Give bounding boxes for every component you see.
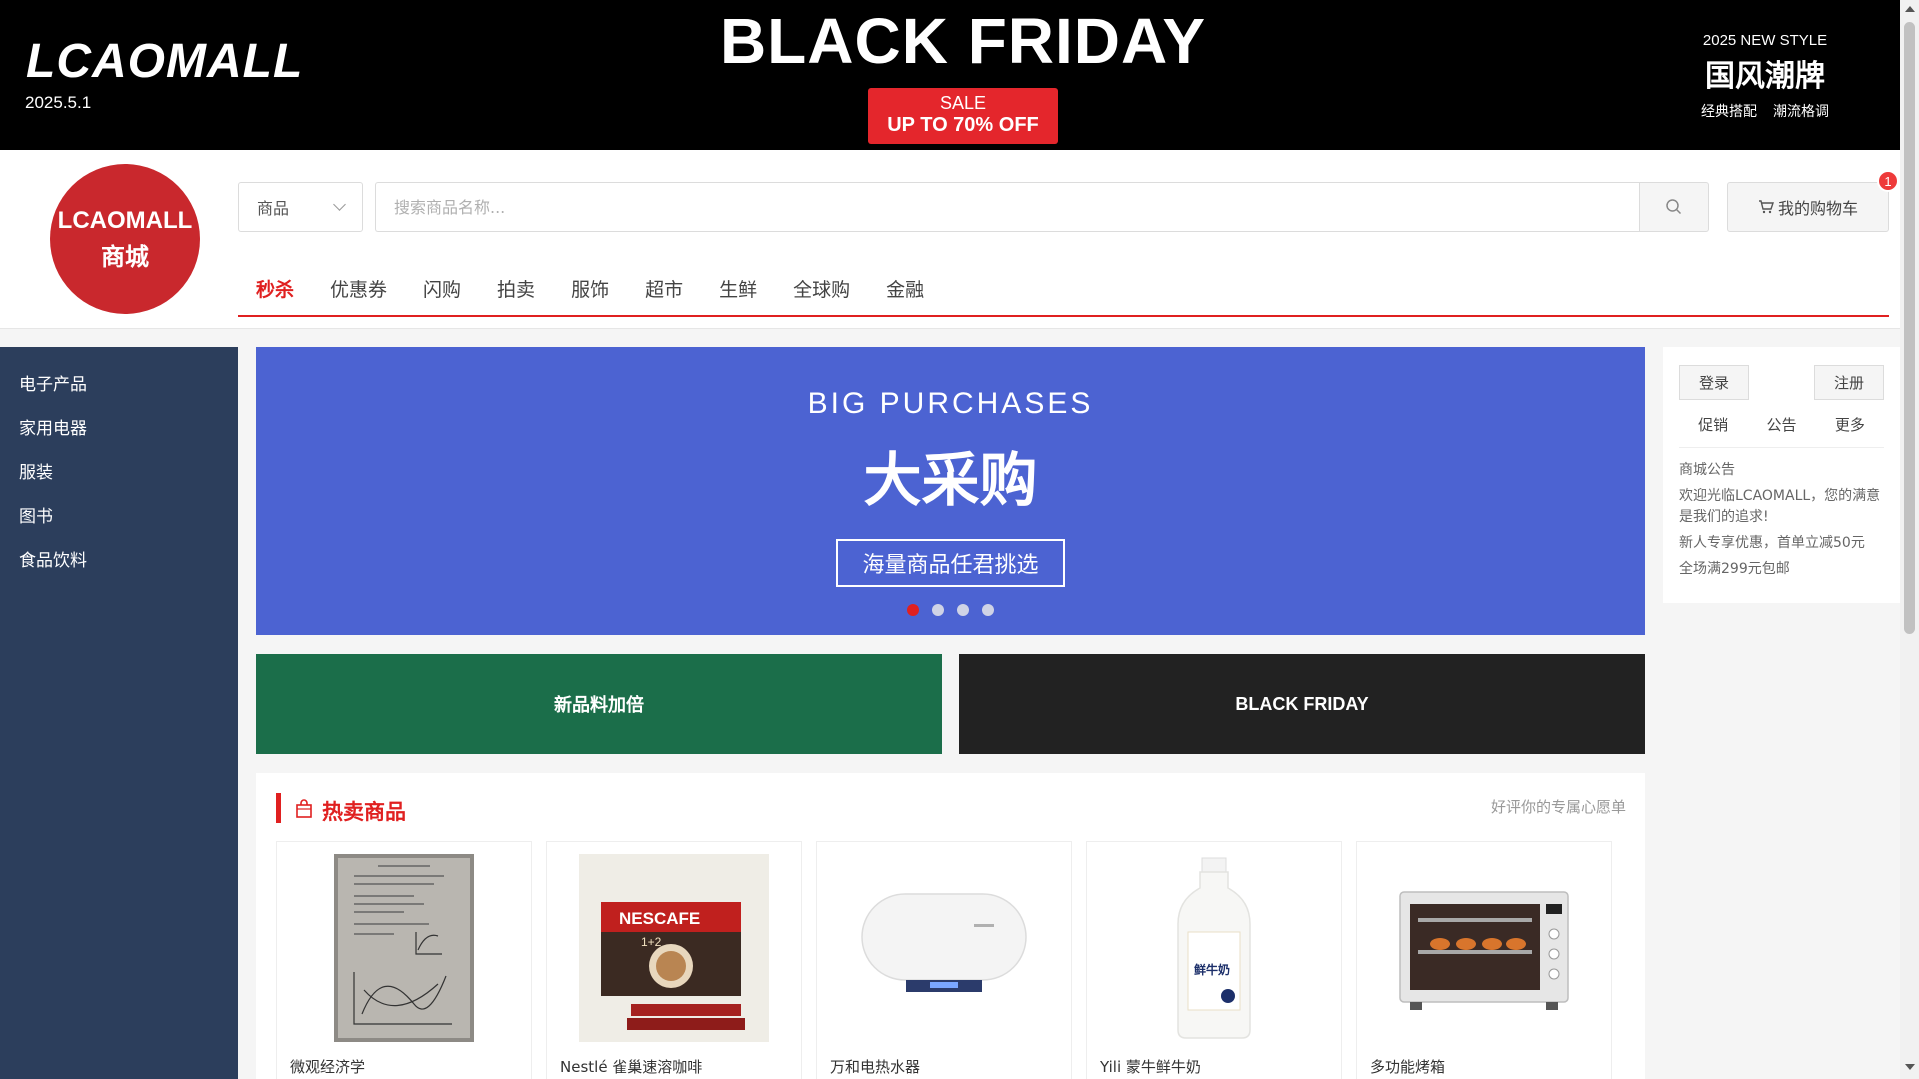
promo-tile-new-products[interactable]: 新品料加倍 [256, 654, 942, 754]
sidebar-item-appliances[interactable]: 家用电器 [0, 407, 238, 451]
product-image: 鲜牛奶 [1119, 854, 1309, 1042]
new-style-promo[interactable]: 2025 NEW STYLE 国风潮牌 经典搭配 潮流格调 [1680, 32, 1850, 121]
chevron-down-icon [333, 198, 346, 211]
nav-item-apparel[interactable]: 服饰 [553, 275, 627, 302]
category-sidebar: 电子产品 家用电器 服装 图书 食品饮料 [0, 347, 238, 1079]
cart-count-badge: 1 [1877, 170, 1899, 192]
style-tag: 潮流格调 [1773, 104, 1829, 120]
product-name: 微观经济学 [290, 1058, 366, 1076]
banner-date: 2025.5.1 [25, 93, 92, 112]
nav-item-supermarket[interactable]: 超市 [627, 275, 701, 302]
main-nav: 秒杀 优惠券 闪购 拍卖 服饰 超市 生鲜 全球购 金融 [238, 262, 1889, 317]
carousel-dot[interactable] [957, 604, 969, 616]
product-image: NESCAFE 1+2 [579, 854, 769, 1042]
sidebar-item-clothing[interactable]: 服装 [0, 451, 238, 495]
svg-text:1+2: 1+2 [641, 935, 662, 949]
new-style-label: 2025 NEW STYLE [1702, 32, 1828, 49]
search-input[interactable] [375, 182, 1640, 232]
hot-products-header: 热卖商品 好评你的专属心愿单 [276, 793, 1626, 824]
nav-item-finance[interactable]: 金融 [868, 275, 942, 302]
product-image [309, 854, 499, 1042]
site-header: LCAOMALL 商城 商品 我的购物车 1 秒杀 优惠券 闪购 拍卖 服饰 超… [0, 150, 1900, 329]
product-card[interactable]: 微观经济学 [276, 841, 532, 1079]
carousel-dot[interactable] [932, 604, 944, 616]
site-logo-subtext: 商城 [101, 242, 149, 271]
nav-item-fresh[interactable]: 生鲜 [701, 275, 775, 302]
scroll-down-arrow-icon[interactable] [1905, 1064, 1915, 1070]
tab-announcements[interactable]: 公告 [1766, 414, 1796, 435]
search-type-value: 商品 [257, 199, 290, 218]
search-icon [1666, 199, 1682, 215]
notice-item: 全场满299元包邮 [1679, 561, 1790, 577]
nav-item-coupons[interactable]: 优惠券 [312, 275, 405, 302]
section-accent-bar [276, 793, 281, 823]
carousel-cta-button[interactable]: 海量商品任君挑选 [836, 539, 1065, 587]
carousel-dot[interactable] [982, 604, 994, 616]
login-button[interactable]: 登录 [1679, 365, 1749, 400]
nav-item-auction[interactable]: 拍卖 [479, 275, 553, 302]
top-banner[interactable]: LCAOMALL 2025.5.1 BLACK FRIDAY SALE UP T… [0, 0, 1900, 150]
auth-buttons: 登录 注册 [1679, 365, 1884, 400]
register-button[interactable]: 注册 [1814, 365, 1884, 400]
new-style-tags: 经典搭配 潮流格调 [1680, 101, 1850, 121]
product-name: 万和电热水器 [830, 1058, 921, 1076]
nav-item-seckill[interactable]: 秒杀 [238, 275, 312, 302]
hero-carousel[interactable]: BIG PURCHASES 大采购 海量商品任君挑选 [256, 347, 1645, 635]
product-card[interactable]: 万和电热水器 [816, 841, 1072, 1079]
carousel-title-en: BIG PURCHASES [807, 387, 1094, 420]
scroll-up-arrow-icon[interactable] [1905, 6, 1915, 12]
notice-tabs: 促销 公告 更多 [1679, 414, 1884, 448]
sidebar-item-food-drinks[interactable]: 食品饮料 [0, 539, 238, 583]
scrollbar-thumb[interactable] [1904, 22, 1915, 634]
hot-products-title: 热卖商品 [322, 800, 406, 824]
carousel-dot[interactable] [907, 604, 919, 616]
product-name: Yili 蒙牛鲜牛奶 [1100, 1058, 1201, 1076]
sidebar-item-books[interactable]: 图书 [0, 495, 238, 539]
product-card[interactable]: 鲜牛奶 Yili 蒙牛鲜牛奶 [1086, 841, 1342, 1079]
tab-promotions[interactable]: 促销 [1698, 414, 1728, 435]
cart-label: 我的购物车 [1777, 199, 1858, 218]
wishlist-link[interactable]: 好评你的专属心愿单 [1491, 796, 1626, 817]
product-card[interactable]: 多功能烤箱 [1356, 841, 1612, 1079]
nav-item-global[interactable]: 全球购 [775, 275, 868, 302]
sale-discount: UP TO 70% OFF [887, 114, 1039, 136]
banner-title: BLACK FRIDAY [719, 5, 1207, 77]
product-image [1389, 854, 1579, 1042]
carousel-title-cn: 大采购 [863, 446, 1038, 514]
product-name: Nestlé 雀巢速溶咖啡 [560, 1058, 703, 1076]
sale-badge[interactable]: SALE UP TO 70% OFF [868, 88, 1058, 144]
hot-products-section: 热卖商品 好评你的专属心愿单 微观经济学 NESCAFE 1+2 Nestlé … [256, 773, 1645, 1079]
product-image [849, 854, 1039, 1042]
site-logo[interactable]: LCAOMALL 商城 [50, 164, 200, 314]
notice-item: 新人专享优惠，首单立减50元 [1679, 535, 1865, 551]
new-style-title: 国风潮牌 [1705, 59, 1825, 94]
nav-item-flash-sale[interactable]: 闪购 [405, 275, 479, 302]
promo-tile-black-friday[interactable]: BLACK FRIDAY [959, 654, 1645, 754]
product-card[interactable]: NESCAFE 1+2 Nestlé 雀巢速溶咖啡 [546, 841, 802, 1079]
shopping-bag-icon [296, 799, 312, 818]
page: LCAOMALL 2025.5.1 BLACK FRIDAY SALE UP T… [0, 0, 1919, 1079]
product-list: 微观经济学 NESCAFE 1+2 Nestlé 雀巢速溶咖啡 万和电热水器 鲜… [276, 841, 1612, 1079]
svg-text:NESCAFE: NESCAFE [619, 909, 700, 928]
product-name: 多功能烤箱 [1370, 1058, 1446, 1076]
page-scrollbar[interactable] [1900, 0, 1919, 1079]
notice-heading: 商城公告 [1679, 462, 1735, 478]
sidebar-item-electronics[interactable]: 电子产品 [0, 363, 238, 407]
notice-list: 商城公告 欢迎光临LCAOMALL，您的满意是我们的追求! 新人专享优惠，首单立… [1679, 460, 1884, 580]
style-tag: 经典搭配 [1701, 104, 1757, 120]
banner-brand-logo: LCAOMALL [26, 35, 304, 88]
search-type-select[interactable]: 商品 [238, 182, 363, 232]
search-button[interactable] [1639, 182, 1709, 232]
site-logo-text: LCAOMALL [57, 206, 193, 234]
sale-label: SALE [939, 93, 987, 113]
cart-button[interactable]: 我的购物车 [1727, 182, 1889, 232]
cart-icon [1758, 200, 1774, 214]
carousel-dots [256, 604, 1645, 616]
svg-text:鲜牛奶: 鲜牛奶 [1194, 962, 1230, 977]
login-panel: 登录 注册 促销 公告 更多 商城公告 欢迎光临LCAOMALL，您的满意是我们… [1663, 347, 1900, 603]
tab-more[interactable]: 更多 [1835, 414, 1865, 435]
notice-item: 欢迎光临LCAOMALL，您的满意是我们的追求! [1679, 488, 1881, 525]
